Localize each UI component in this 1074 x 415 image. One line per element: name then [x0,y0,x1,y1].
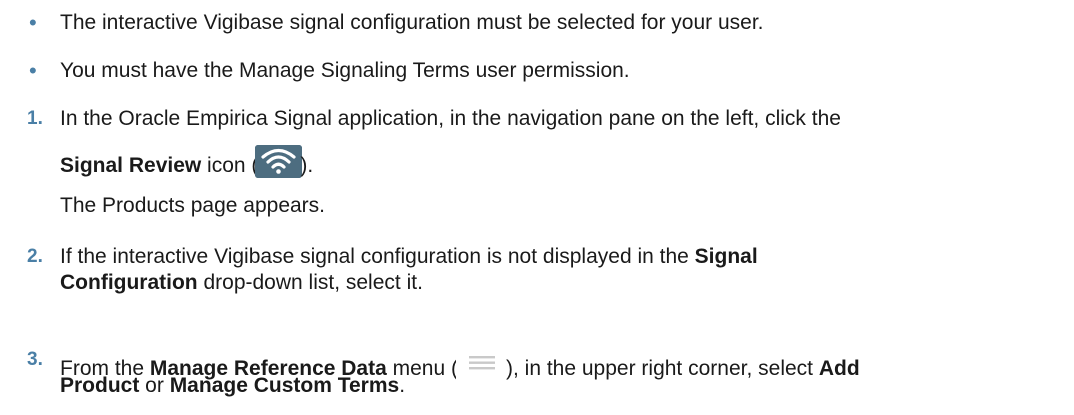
ui-term-signal: Signal [694,245,758,268]
bullet-marker: • [29,10,37,35]
prerequisite-text: The interactive Vigibase signal configur… [60,11,764,34]
step-result-text: The Products page appears. [60,194,326,217]
ui-term-signal-review: Signal Review [60,154,202,177]
step-number: 1. [27,108,43,129]
ui-term-add: Add [818,357,860,380]
prerequisite-text: You must have the Manage Signaling Terms… [60,59,630,82]
ui-term-product: Product [60,374,140,397]
ui-term-manage-custom-terms: Manage Custom Terms [169,374,400,397]
step-number: 3. [27,349,43,370]
hamburger-menu-icon [456,347,508,385]
document-body: • The interactive Vigibase signal config… [27,10,860,397]
signal-review-wifi-icon [255,145,303,178]
step-number: 2. [27,246,43,267]
ui-term-configuration: Configuration [60,271,198,294]
step-text: In the Oracle Empirica Signal applicatio… [60,107,841,130]
bullet-marker: • [29,58,37,83]
